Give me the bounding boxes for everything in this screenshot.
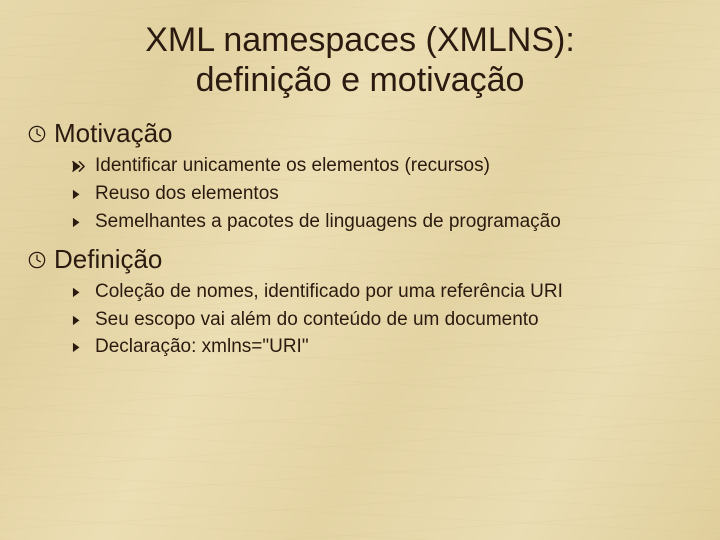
list-item-text: Declaração: xmlns="URI"	[95, 334, 309, 360]
list-item-text: Coleção de nomes, identificado por uma r…	[95, 279, 563, 305]
list-item-text: Seu escopo vai além do conteúdo de um do…	[95, 307, 539, 333]
list-item: Declaração: xmlns="URI"	[72, 334, 700, 360]
list-item-text: Reuso dos elementos	[95, 181, 279, 207]
arrow-icon	[72, 215, 85, 228]
arrow-icon	[72, 313, 85, 326]
list-item: Identificar unicamente os elementos (rec…	[72, 153, 700, 179]
list-item-text: Identificar unicamente os elementos (rec…	[95, 153, 490, 179]
section-definicao: Definição Coleção de nomes, identificado…	[28, 244, 700, 360]
slide-title: XML namespaces (XMLNS): definição e moti…	[60, 20, 660, 100]
list-item-text: Semelhantes a pacotes de linguagens de p…	[95, 209, 561, 235]
arrow-icon	[72, 159, 85, 172]
list-item: Coleção de nomes, identificado por uma r…	[72, 279, 700, 305]
section-heading: Definição	[28, 244, 700, 275]
list-item: Semelhantes a pacotes de linguagens de p…	[72, 209, 700, 235]
bullet-list: Identificar unicamente os elementos (rec…	[72, 153, 700, 234]
arrow-icon	[72, 285, 85, 298]
bullet-list: Coleção de nomes, identificado por uma r…	[72, 279, 700, 360]
section-heading: Motivação	[28, 118, 700, 149]
section-heading-text: Definição	[54, 244, 162, 275]
arrow-icon	[72, 187, 85, 200]
title-line-2: definição e motivação	[196, 61, 525, 99]
list-item: Reuso dos elementos	[72, 181, 700, 207]
section-heading-text: Motivação	[54, 118, 173, 149]
list-item: Seu escopo vai além do conteúdo de um do…	[72, 307, 700, 333]
arrow-icon	[72, 340, 85, 353]
title-line-1: XML namespaces (XMLNS):	[145, 21, 575, 59]
section-motivacao: Motivação Identificar unicamente os elem…	[28, 118, 700, 234]
clock-icon	[28, 251, 46, 269]
clock-icon	[28, 125, 46, 143]
